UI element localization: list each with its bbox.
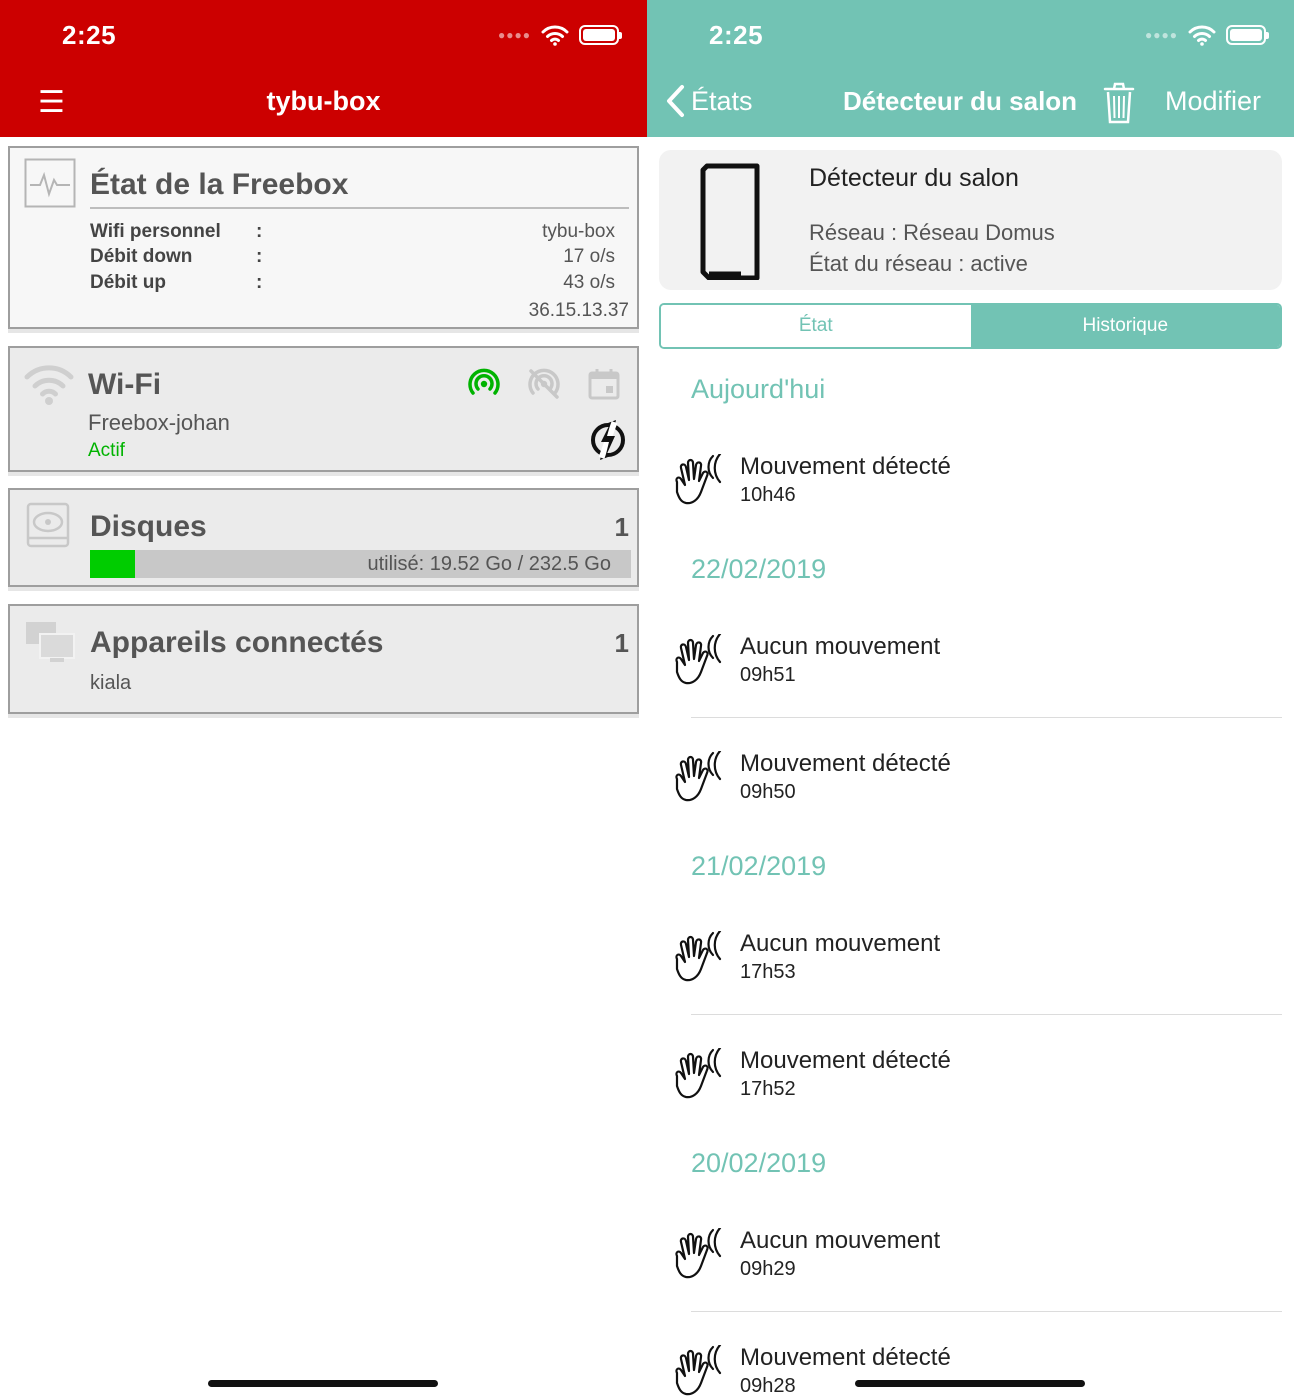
motion-hand-icon <box>669 1343 731 1400</box>
tab-etat[interactable]: État <box>661 305 971 347</box>
day-header: Aujourd'hui <box>691 374 826 404</box>
event-time: 09h51 <box>740 664 796 686</box>
status-time: 2:25 <box>62 20 117 50</box>
info-value: 43 o/s <box>563 272 615 293</box>
disk-usage-text: utilisé: 19.52 Go / 232.5 Go <box>367 553 612 575</box>
back-label: États <box>691 85 753 116</box>
device-info-card: Détecteur du salon Réseau : Réseau Domus… <box>659 150 1282 290</box>
motion-sensor-device-icon <box>700 163 760 280</box>
info-row: Débit up : 43 o/s <box>90 272 615 298</box>
segmented-control: État Historique <box>659 303 1282 349</box>
cellular-icon: ●●●● <box>498 28 531 42</box>
event-label: Aucun mouvement <box>740 1227 941 1254</box>
detector-navbar: 2:25 ●●●● États Détecteur du salon Modif… <box>647 0 1294 137</box>
disks-card[interactable]: Disques 1 utilisé: 19.52 Go / 232.5 Go <box>8 488 639 587</box>
card-title: Wi-Fi <box>88 368 162 401</box>
event-label: Mouvement détecté <box>740 750 951 777</box>
freebox-navbar: 2:25 ●●●● ☰ tybu-box <box>0 0 647 137</box>
event-label: Aucun mouvement <box>740 930 941 957</box>
chevron-left-icon <box>667 85 684 117</box>
divider <box>90 207 629 209</box>
event-time: 17h53 <box>740 961 796 983</box>
status-icons: ●●●● <box>498 22 622 48</box>
info-row: Wifi personnel : tybu-box <box>90 221 615 247</box>
wifi-state: Actif <box>88 440 125 461</box>
info-label: Wifi personnel <box>90 221 221 242</box>
event-label: Mouvement détecté <box>740 1344 951 1371</box>
event-label: Aucun mouvement <box>740 633 941 660</box>
wifi-ssid: Freebox-johan <box>88 410 230 435</box>
disk-usage-bar: utilisé: 19.52 Go / 232.5 Go <box>90 550 631 578</box>
info-value: tybu-box <box>542 221 615 242</box>
wifi-status-icon <box>541 25 569 46</box>
wifi-icon <box>24 365 74 405</box>
device-name: kiala <box>90 672 132 694</box>
wifi-broadcast-off-icon[interactable] <box>526 366 562 402</box>
info-label: Débit down <box>90 246 193 267</box>
event-time: 10h46 <box>740 484 796 506</box>
info-value: 17 o/s <box>563 246 615 267</box>
event-label: Mouvement détecté <box>740 453 951 480</box>
event-time: 09h29 <box>740 1258 796 1280</box>
day-header: 21/02/2019 <box>691 851 827 881</box>
monitor-pulse-icon <box>24 158 76 208</box>
device-name: Détecteur du salon <box>809 164 1019 192</box>
event-label: Mouvement détecté <box>740 1047 951 1074</box>
info-label: Débit up <box>90 272 166 293</box>
trash-icon[interactable] <box>1103 82 1135 124</box>
row-divider <box>691 717 1282 718</box>
page-title: tybu-box <box>266 86 381 116</box>
wifi-card[interactable]: Wi-Fi Freebox-johan Actif <box>8 346 639 472</box>
motion-hand-icon <box>669 1046 731 1109</box>
battery-icon <box>1226 25 1269 45</box>
motion-hand-icon <box>669 929 731 992</box>
card-title: Appareils connectés <box>90 626 384 659</box>
event-time: 17h52 <box>740 1078 796 1100</box>
day-header: 20/02/2019 <box>691 1148 827 1178</box>
page-title: Détecteur du salon <box>843 86 1078 116</box>
home-indicator[interactable] <box>208 1380 438 1387</box>
cellular-icon: ●●●● <box>1145 28 1178 42</box>
info-separator: : <box>256 272 263 293</box>
calendar-icon[interactable] <box>586 366 622 402</box>
device-network: Réseau : Réseau Domus <box>809 220 1055 245</box>
info-separator: : <box>256 246 263 267</box>
devices-icon <box>26 622 75 662</box>
motion-hand-icon <box>669 1226 731 1289</box>
freebox-screen: 2:25 ●●●● ☰ tybu-box État de la Freebox … <box>0 0 647 1400</box>
disk-usage-fill <box>90 550 136 578</box>
card-title: Disques <box>90 510 207 543</box>
info-row: Débit down : 17 o/s <box>90 246 615 272</box>
status-time: 2:25 <box>709 20 764 50</box>
back-button[interactable]: États <box>665 84 753 118</box>
wifi-broadcast-on-icon[interactable] <box>466 366 502 402</box>
status-icons: ●●●● <box>1145 22 1269 48</box>
motion-hand-icon <box>669 632 731 695</box>
card-title: État de la Freebox <box>90 168 349 201</box>
ip-address: 36.15.13.37 <box>528 300 629 321</box>
event-time: 09h50 <box>740 781 796 803</box>
row-divider <box>691 1311 1282 1312</box>
info-separator: : <box>256 221 263 242</box>
detector-screen: 2:25 ●●●● États Détecteur du salon Modif… <box>647 0 1294 1400</box>
device-network-state: État du réseau : active <box>809 251 1028 276</box>
day-header: 22/02/2019 <box>691 554 827 584</box>
modify-button[interactable]: Modifier <box>1165 86 1261 117</box>
event-time: 09h28 <box>740 1375 796 1397</box>
row-divider <box>691 1014 1282 1015</box>
disk-count: 1 <box>614 512 629 542</box>
refresh-icon[interactable] <box>586 418 630 462</box>
tab-historique[interactable]: Historique <box>970 305 1280 347</box>
home-indicator[interactable] <box>855 1380 1085 1387</box>
device-count: 1 <box>614 628 629 658</box>
connected-devices-card[interactable]: Appareils connectés 1 kiala <box>8 604 639 714</box>
wifi-status-icon <box>1188 25 1216 46</box>
motion-hand-icon <box>669 452 731 515</box>
hard-disk-icon <box>26 502 70 548</box>
battery-icon <box>579 25 622 45</box>
motion-hand-icon <box>669 749 731 812</box>
freebox-status-card[interactable]: État de la Freebox Wifi personnel : tybu… <box>8 146 639 329</box>
